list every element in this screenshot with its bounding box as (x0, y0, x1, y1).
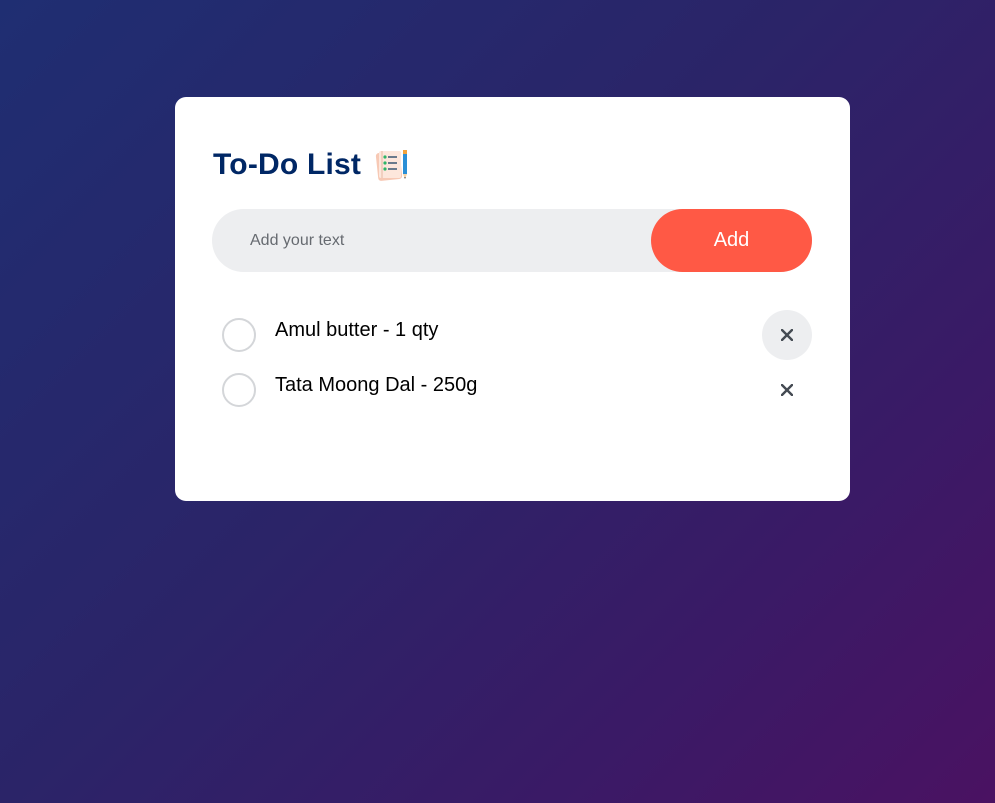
todo-item-text[interactable]: Amul butter - 1 qty (275, 319, 438, 342)
todo-item[interactable]: Tata Moong Dal - 250g (212, 362, 812, 417)
todo-item-text[interactable]: Tata Moong Dal - 250g (275, 374, 477, 397)
unchecked-circle-icon[interactable] (222, 373, 256, 407)
todo-card: To-Do List Add Amu (175, 97, 850, 501)
delete-button[interactable] (762, 365, 812, 415)
close-icon (781, 329, 793, 341)
delete-button[interactable] (762, 310, 812, 360)
close-icon (781, 384, 793, 396)
page-title: To-Do List (213, 148, 362, 181)
todo-item[interactable]: Amul butter - 1 qty (212, 307, 812, 362)
unchecked-circle-icon[interactable] (222, 318, 256, 352)
add-button[interactable]: Add (651, 209, 812, 272)
todo-text-input[interactable] (212, 209, 651, 272)
add-todo-row: Add (212, 209, 812, 272)
todo-list: Amul butter - 1 qty Tata Moong Dal - 250… (212, 307, 812, 417)
title-row: To-Do List (213, 145, 410, 185)
notepad-checklist-icon (374, 148, 410, 182)
